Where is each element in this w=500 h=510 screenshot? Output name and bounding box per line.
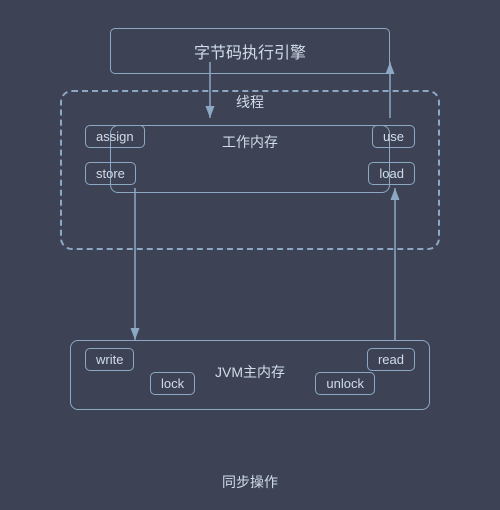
bytecode-label: 字节码执行引擎: [194, 45, 306, 62]
work-memory-label: 工作内存: [222, 132, 278, 152]
lock-box: lock: [150, 372, 195, 395]
diagram: 字节码执行引擎 线程 工作内存 assign use store load JV…: [20, 10, 480, 500]
bytecode-box: 字节码执行引擎: [110, 28, 390, 74]
load-box: load: [368, 162, 415, 185]
thread-label: 线程: [236, 92, 264, 112]
write-box: write: [85, 348, 134, 371]
store-box: store: [85, 162, 136, 185]
unlock-box: unlock: [315, 372, 375, 395]
read-box: read: [367, 348, 415, 371]
assign-box: assign: [85, 125, 145, 148]
sync-label: 同步操作: [222, 472, 278, 492]
use-box: use: [372, 125, 415, 148]
jvm-label: JVM主内存: [215, 362, 285, 382]
